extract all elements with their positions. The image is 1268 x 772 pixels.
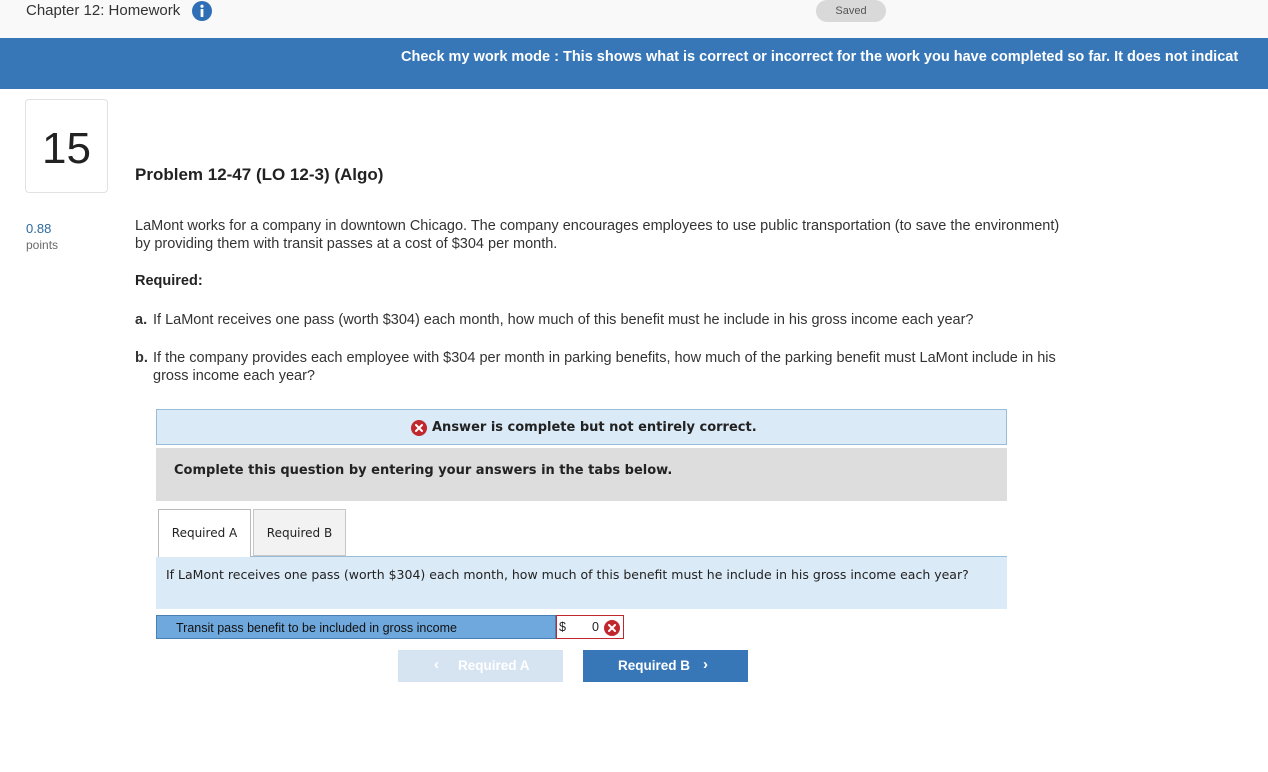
answer-row-label-text: Transit pass benefit to be included in g… <box>176 621 457 635</box>
currency-symbol: $ <box>559 620 566 634</box>
answer-status-text: Answer is complete but not entirely corr… <box>432 420 757 435</box>
question-number: 15 <box>42 124 91 173</box>
prev-button[interactable]: ‹ Required A <box>398 650 563 682</box>
top-bar: Chapter 12: Homework Saved <box>0 0 1268 38</box>
chapter-title: Chapter 12: Homework <box>26 2 181 19</box>
answer-status-box: Answer is complete but not entirely corr… <box>156 409 1007 445</box>
part-a-letter: a. <box>135 312 148 328</box>
question-number-box: 15 <box>25 99 108 193</box>
banner-text: Check my work mode : This shows what is … <box>401 49 1239 65</box>
instructions-box: Complete this question by entering your … <box>156 448 1007 501</box>
tab-required-b[interactable]: Required B <box>253 509 346 556</box>
points-label: points <box>26 238 59 252</box>
x-circle-icon <box>604 620 620 636</box>
prev-button-label: Required A <box>458 658 530 673</box>
points-value: 0.88 <box>26 221 52 236</box>
problem-title: Problem 12-47 (LO 12-3) (Algo) <box>135 165 384 184</box>
check-my-work-banner: Check my work mode : This shows what is … <box>0 38 1268 89</box>
chevron-left-icon: ‹ <box>434 656 439 673</box>
saved-status-badge: Saved <box>816 0 886 22</box>
tab-question-box: If LaMont receives one pass (worth $304)… <box>156 557 1007 609</box>
answer-row-label: Transit pass benefit to be included in g… <box>156 615 556 639</box>
transit-benefit-input[interactable]: $ 0 <box>556 615 624 639</box>
part-b-letter: b. <box>135 350 148 366</box>
required-heading: Required: <box>135 273 203 289</box>
tab-required-a[interactable]: Required A <box>158 509 251 557</box>
chevron-right-icon: › <box>703 656 708 673</box>
next-button-label: Required B <box>618 658 691 673</box>
info-icon[interactable] <box>192 1 212 21</box>
instructions-text: Complete this question by entering your … <box>174 463 673 478</box>
next-button[interactable]: Required B › <box>583 650 748 682</box>
part-a-text: If LaMont receives one pass (worth $304)… <box>153 312 974 328</box>
part-b-text: If the company provides each employee wi… <box>153 350 1056 384</box>
tab-question-text: If LaMont receives one pass (worth $304)… <box>166 567 969 582</box>
x-circle-icon <box>411 420 427 436</box>
problem-intro: LaMont works for a company in downtown C… <box>135 218 1060 252</box>
answer-value[interactable]: 0 <box>592 620 599 634</box>
